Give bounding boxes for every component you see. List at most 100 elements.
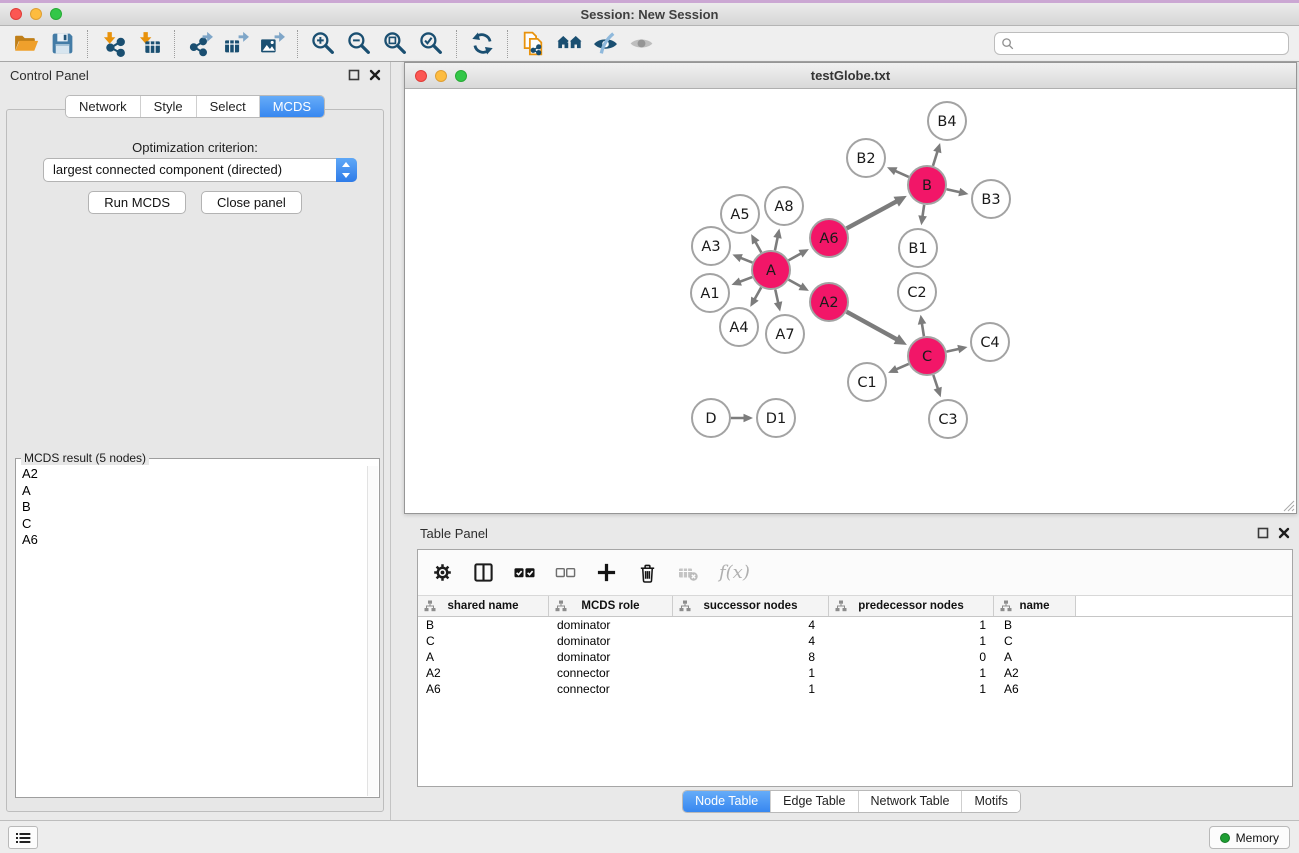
node-C1[interactable]: C1 — [848, 363, 886, 401]
node-label: C1 — [857, 375, 876, 391]
memory-label: Memory — [1236, 831, 1279, 845]
column-header-shared-name[interactable]: shared name — [418, 596, 549, 616]
node-A[interactable]: A — [752, 251, 790, 289]
node-label: C4 — [980, 335, 999, 351]
node-A7[interactable]: A7 — [766, 315, 804, 353]
node-D[interactable]: D — [692, 399, 730, 437]
close-table-panel-icon[interactable] — [1278, 527, 1290, 539]
node-label: B1 — [908, 241, 927, 257]
node-B2[interactable]: B2 — [847, 139, 885, 177]
resize-grip[interactable] — [1281, 498, 1295, 512]
cell-successor-nodes: 8 — [673, 649, 829, 665]
mcds-result-item[interactable]: B — [17, 499, 366, 516]
network-window-title: testGlobe.txt — [405, 63, 1296, 88]
result-list-scrollbar[interactable] — [367, 466, 378, 796]
search-icon — [1001, 37, 1014, 50]
mcds-result-item[interactable]: A — [17, 483, 366, 500]
node-B[interactable]: B — [908, 166, 946, 204]
float-table-panel-icon[interactable] — [1257, 527, 1269, 539]
edge-A2-C[interactable] — [847, 312, 901, 342]
node-A8[interactable]: A8 — [765, 187, 803, 225]
export-image-button[interactable] — [254, 28, 290, 60]
control-panel: Control Panel NetworkStyleSelectMCDS Opt… — [0, 62, 391, 820]
table-settings-button[interactable] — [432, 562, 453, 583]
search-input[interactable] — [994, 32, 1289, 55]
tab-node-table[interactable]: Node Table — [683, 791, 770, 812]
node-A3[interactable]: A3 — [692, 227, 730, 265]
cell-shared-name: A6 — [418, 681, 549, 697]
save-session-button[interactable] — [44, 28, 80, 60]
node-label: C2 — [907, 285, 926, 301]
zoom-selected-button[interactable] — [413, 28, 449, 60]
node-A4[interactable]: A4 — [720, 308, 758, 346]
column-header-name[interactable]: name — [994, 596, 1076, 616]
hide-panels-button[interactable] — [587, 28, 623, 60]
export-image-icon — [259, 30, 286, 57]
node-label: A3 — [701, 239, 720, 255]
tab-edge-table[interactable]: Edge Table — [770, 791, 857, 812]
node-label: D — [705, 411, 716, 427]
node-A6[interactable]: A6 — [810, 219, 848, 257]
close-panel-icon[interactable] — [369, 69, 381, 81]
tab-mcds[interactable]: MCDS — [259, 96, 324, 117]
node-B3[interactable]: B3 — [972, 180, 1010, 218]
zoom-in-button[interactable] — [305, 28, 341, 60]
import-table-button[interactable] — [131, 28, 167, 60]
table-row[interactable]: Bdominator41B — [418, 617, 1292, 633]
node-A1[interactable]: A1 — [691, 274, 729, 312]
close-panel-button[interactable]: Close panel — [201, 191, 302, 214]
delete-column-button[interactable] — [637, 562, 658, 583]
table-row[interactable]: A2connector11A2 — [418, 665, 1292, 681]
edge-arrowhead — [933, 143, 941, 153]
export-network-button[interactable] — [182, 28, 218, 60]
node-label: B2 — [856, 151, 875, 167]
run-mcds-button[interactable]: Run MCDS — [88, 191, 186, 214]
node-C4[interactable]: C4 — [971, 323, 1009, 361]
home-button[interactable] — [551, 28, 587, 60]
edge-A6-B[interactable] — [847, 199, 901, 228]
mcds-result-item[interactable]: A2 — [17, 466, 366, 483]
refresh-layout-button[interactable] — [464, 28, 500, 60]
duplicate-network-button[interactable] — [515, 28, 551, 60]
tab-motifs[interactable]: Motifs — [961, 791, 1019, 812]
node-A5[interactable]: A5 — [721, 195, 759, 233]
cell-shared-name: B — [418, 617, 549, 633]
memory-button[interactable]: Memory — [1209, 826, 1290, 849]
show-columns-button[interactable] — [473, 562, 494, 583]
network-canvas[interactable]: A A1 A2 A3 A4 A5 A6 A7 A8 B B1 B2 B3 B4 C C1 C2 C3 C4 D D1 — [405, 89, 1296, 513]
node-B4[interactable]: B4 — [928, 102, 966, 140]
cell-successor-nodes: 4 — [673, 633, 829, 649]
mcds-result-box: MCDS result (5 nodes) A2ABCA6 — [15, 458, 380, 798]
column-header-mcds-role[interactable]: MCDS role — [549, 596, 673, 616]
node-A2[interactable]: A2 — [810, 283, 848, 321]
node-C2[interactable]: C2 — [898, 273, 936, 311]
table-row[interactable]: Adominator80A — [418, 649, 1292, 665]
node-C[interactable]: C — [908, 337, 946, 375]
tab-style[interactable]: Style — [140, 96, 196, 117]
table-row[interactable]: Cdominator41C — [418, 633, 1292, 649]
tab-network[interactable]: Network — [66, 96, 140, 117]
column-header-successor-nodes[interactable]: successor nodes — [673, 596, 829, 616]
table-row[interactable]: A6connector11A6 — [418, 681, 1292, 697]
node-C3[interactable]: C3 — [929, 400, 967, 438]
mcds-result-item[interactable]: A6 — [17, 532, 366, 549]
task-history-button[interactable] — [8, 826, 38, 849]
export-table-button[interactable] — [218, 28, 254, 60]
node-D1[interactable]: D1 — [757, 399, 795, 437]
zoom-out-button[interactable] — [341, 28, 377, 60]
float-panel-icon[interactable] — [348, 69, 360, 81]
node-B1[interactable]: B1 — [899, 229, 937, 267]
column-header-predecessor-nodes[interactable]: predecessor nodes — [829, 596, 994, 616]
mcds-result-item[interactable]: C — [17, 516, 366, 533]
add-column-button[interactable] — [596, 562, 617, 583]
tab-select[interactable]: Select — [196, 96, 259, 117]
deselect-all-rows-button[interactable] — [555, 562, 576, 583]
tab-network-table[interactable]: Network Table — [858, 791, 962, 812]
node-label: B — [922, 178, 932, 194]
open-file-button[interactable] — [8, 28, 44, 60]
optimization-criterion-select[interactable]: largest connected component (directed) — [43, 158, 357, 182]
import-network-button[interactable] — [95, 28, 131, 60]
fx-icon: f(x) — [719, 562, 750, 583]
select-all-rows-button[interactable] — [514, 562, 535, 583]
zoom-fit-button[interactable] — [377, 28, 413, 60]
